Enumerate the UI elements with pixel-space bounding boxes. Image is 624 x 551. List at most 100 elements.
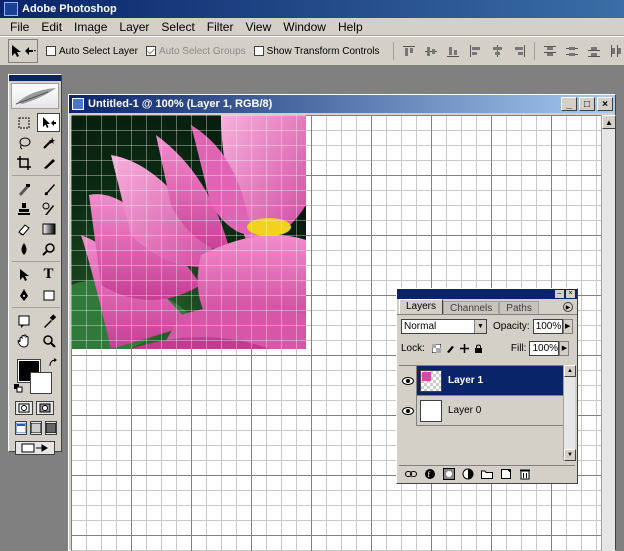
crop-tool-icon[interactable]: [12, 153, 35, 172]
fill-input[interactable]: 100%: [529, 340, 560, 356]
close-icon[interactable]: ×: [597, 97, 613, 111]
history-brush-tool-icon[interactable]: [37, 199, 60, 218]
checkbox-box[interactable]: [145, 46, 156, 56]
checkbox-box[interactable]: [46, 46, 56, 56]
layer-row-layer-1[interactable]: Layer 1: [399, 365, 563, 396]
jump-to-imageready-icon[interactable]: [15, 441, 55, 455]
lock-position-icon[interactable]: [459, 343, 469, 353]
menu-file[interactable]: File: [4, 20, 35, 34]
swap-colors-icon[interactable]: [48, 358, 58, 368]
lock-all-icon[interactable]: [474, 344, 483, 353]
menu-layer[interactable]: Layer: [113, 20, 155, 34]
full-screen-menu-icon[interactable]: [30, 421, 42, 435]
align-bottom-icon[interactable]: [444, 42, 462, 60]
lock-image-icon[interactable]: [446, 344, 455, 353]
document-titlebar[interactable]: Untitled-1 @ 100% (Layer 1, RGB/8): [69, 95, 615, 113]
blur-tool-icon[interactable]: [12, 239, 35, 258]
menu-help[interactable]: Help: [332, 20, 369, 34]
palette-minimize-icon[interactable]: –: [555, 290, 564, 298]
toolbox-grip[interactable]: [9, 75, 61, 81]
new-layer-icon[interactable]: [500, 468, 512, 480]
adobe-online-button[interactable]: [11, 83, 59, 109]
new-group-icon[interactable]: [481, 468, 493, 480]
show-transform-controls-checkbox[interactable]: Show Transform Controls: [253, 46, 379, 57]
menu-window[interactable]: Window: [277, 20, 332, 34]
distribute-top-icon[interactable]: [541, 42, 559, 60]
tab-channels[interactable]: Channels: [443, 301, 500, 314]
layer-row-layer-0[interactable]: Layer 0: [399, 395, 563, 426]
align-vcenter-icon[interactable]: [422, 42, 440, 60]
opacity-slider-icon[interactable]: ▶: [562, 318, 573, 334]
eye-icon[interactable]: [399, 395, 417, 426]
distribute-left-icon[interactable]: [607, 42, 624, 60]
shape-tool-icon[interactable]: [37, 285, 60, 304]
mask-mode-row: [9, 398, 61, 418]
palette-titlebar[interactable]: – ×: [397, 289, 577, 299]
menu-select[interactable]: Select: [155, 20, 200, 34]
standard-screen-icon[interactable]: [15, 421, 27, 435]
auto-select-groups-checkbox[interactable]: Auto Select Groups: [145, 46, 246, 57]
gradient-tool-icon[interactable]: [37, 219, 60, 238]
checkbox-box[interactable]: [253, 46, 264, 56]
tool-preset-picker[interactable]: [8, 39, 38, 63]
tab-layers[interactable]: Layers: [399, 299, 444, 314]
healing-brush-tool-icon[interactable]: [12, 179, 35, 198]
zoom-tool-icon[interactable]: [37, 331, 60, 350]
eye-icon[interactable]: [399, 365, 417, 396]
maximize-icon[interactable]: □: [579, 97, 595, 111]
layers-vertical-scrollbar[interactable]: ▲ ▼: [563, 365, 576, 461]
tab-paths[interactable]: Paths: [499, 301, 539, 314]
align-top-icon[interactable]: [400, 42, 418, 60]
hand-tool-icon[interactable]: [12, 331, 35, 350]
adjustment-layer-icon[interactable]: [462, 468, 474, 480]
distribute-vcenter-icon[interactable]: [563, 42, 581, 60]
brush-tool-icon[interactable]: [37, 179, 60, 198]
align-left-icon[interactable]: [466, 42, 484, 60]
minimize-icon[interactable]: _: [561, 97, 577, 111]
align-hcenter-icon[interactable]: [488, 42, 506, 60]
pen-tool-icon[interactable]: [12, 285, 35, 304]
magic-wand-tool-icon[interactable]: [37, 133, 60, 152]
layer-mask-icon[interactable]: [443, 467, 455, 480]
lock-transparency-icon[interactable]: [431, 343, 441, 353]
full-screen-icon[interactable]: [45, 421, 57, 435]
default-colors-icon[interactable]: [14, 384, 24, 394]
background-color-swatch[interactable]: [30, 372, 52, 394]
blend-mode-select[interactable]: Normal ▼: [401, 318, 487, 334]
chevron-down-icon[interactable]: ▼: [474, 319, 486, 333]
dodge-tool-icon[interactable]: [37, 239, 60, 258]
scroll-up-icon[interactable]: ▲: [602, 115, 616, 129]
menu-filter[interactable]: Filter: [201, 20, 240, 34]
scroll-down-icon[interactable]: ▼: [564, 449, 576, 461]
menu-view[interactable]: View: [239, 20, 277, 34]
distribute-bottom-icon[interactable]: [585, 42, 603, 60]
clone-stamp-tool-icon[interactable]: [12, 199, 35, 218]
align-right-icon[interactable]: [510, 42, 528, 60]
auto-select-layer-checkbox[interactable]: Auto Select Layer: [46, 46, 138, 57]
marquee-tool-icon[interactable]: [12, 113, 35, 132]
notes-tool-icon[interactable]: [12, 311, 35, 330]
palette-close-icon[interactable]: ×: [566, 290, 575, 298]
eyedropper-tool-icon[interactable]: [37, 311, 60, 330]
menu-edit[interactable]: Edit: [35, 20, 68, 34]
lasso-tool-icon[interactable]: [12, 133, 35, 152]
tool-divider: [12, 307, 60, 310]
palette-menu-icon[interactable]: ▶: [563, 302, 573, 312]
document-vertical-scrollbar[interactable]: ▲: [601, 115, 616, 551]
opacity-input[interactable]: 100%: [532, 318, 563, 334]
screen-mode-row: [9, 418, 61, 438]
move-tool-icon[interactable]: [37, 113, 60, 132]
slice-tool-icon[interactable]: [37, 153, 60, 172]
path-selection-tool-icon[interactable]: [12, 265, 35, 284]
fill-slider-icon[interactable]: ▶: [559, 340, 570, 356]
delete-layer-icon[interactable]: [519, 468, 531, 480]
scroll-up-icon[interactable]: ▲: [564, 365, 576, 377]
menu-image[interactable]: Image: [68, 20, 113, 34]
auto-select-layer-label: Auto Select Layer: [59, 45, 138, 57]
link-layers-icon[interactable]: [405, 468, 417, 480]
standard-mode-icon[interactable]: [15, 401, 33, 415]
layer-style-icon[interactable]: f: [424, 468, 436, 480]
type-tool-icon[interactable]: T: [37, 265, 60, 284]
eraser-tool-icon[interactable]: [12, 219, 35, 238]
quick-mask-mode-icon[interactable]: [36, 401, 54, 415]
